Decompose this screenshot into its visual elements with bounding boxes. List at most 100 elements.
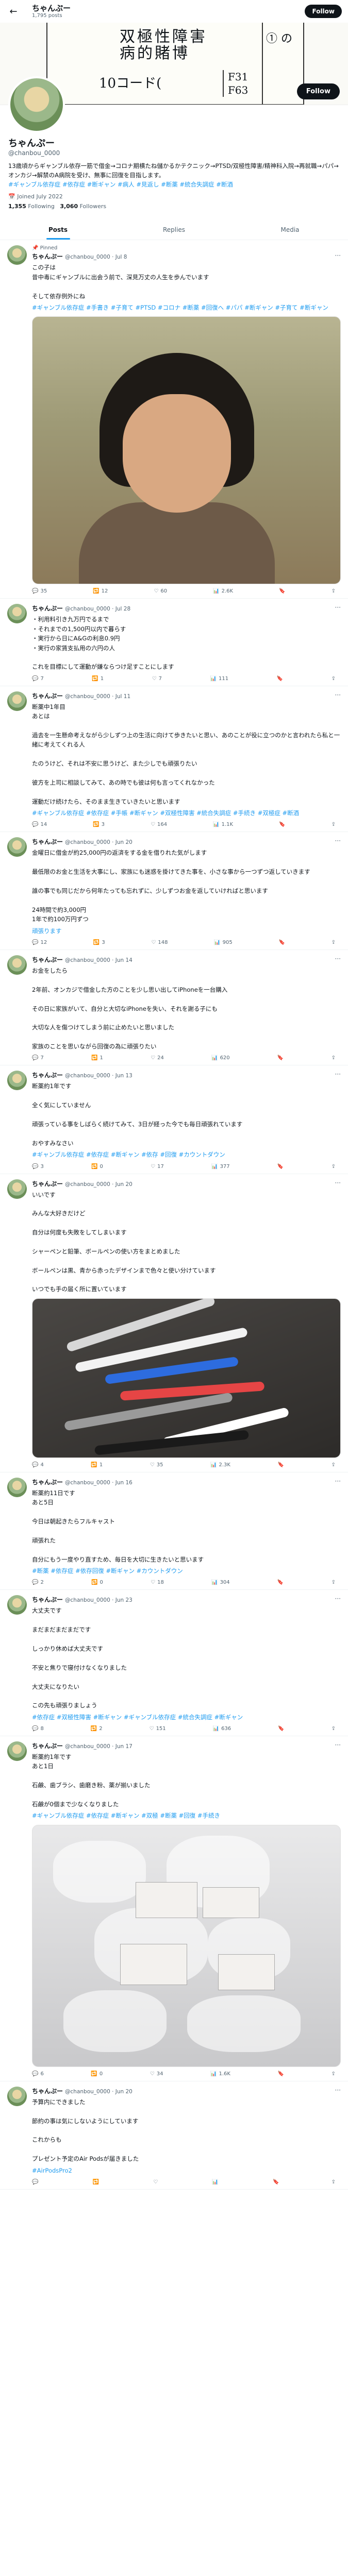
- views-button[interactable]: 📊 1.1K: [213, 822, 233, 827]
- retweet-button[interactable]: 🔁 1: [91, 1462, 103, 1468]
- share-button[interactable]: ⇪: [332, 940, 336, 945]
- more-icon[interactable]: ···: [335, 1741, 341, 1749]
- reply-button[interactable]: 💬 3: [32, 1164, 44, 1170]
- like-button[interactable]: ♡ 151: [150, 1726, 166, 1732]
- share-button[interactable]: ⇪: [332, 676, 336, 682]
- reply-button[interactable]: 💬 7: [32, 676, 44, 682]
- reply-button[interactable]: 💬 8: [32, 1726, 44, 1732]
- reply-button[interactable]: 💬 35: [32, 588, 47, 594]
- views-button[interactable]: 📊 2.6K: [213, 588, 233, 594]
- views-button[interactable]: 📊 2.3K: [210, 1462, 230, 1468]
- like-button[interactable]: ♡ 164: [151, 822, 167, 827]
- tweet-author[interactable]: ちゃんぷー: [32, 2088, 63, 2095]
- tweet-author[interactable]: ちゃんぷー: [32, 1072, 63, 1079]
- follow-button-top[interactable]: Follow: [305, 5, 342, 18]
- more-icon[interactable]: ···: [335, 955, 341, 962]
- bookmark-button[interactable]: 🔖: [279, 588, 285, 594]
- retweet-button[interactable]: 🔁 1: [92, 676, 104, 682]
- tweet-hashtags[interactable]: #ギャンブル依存症 #依存症 #断ギャン #依存 #回復 #カウントダウン: [32, 1150, 341, 1159]
- like-button[interactable]: ♡ 60: [154, 588, 167, 594]
- tweet-hashtags[interactable]: #依存症 #双極性障害 #断ギャン #ギャンブル依存症 #統合失調症 #断ギャン: [32, 1713, 341, 1722]
- retweet-button[interactable]: 🔁 0: [91, 2071, 103, 2077]
- tab-posts[interactable]: Posts: [0, 220, 116, 240]
- views-button[interactable]: 📊 905: [214, 940, 233, 945]
- share-button[interactable]: ⇪: [332, 2179, 336, 2185]
- tweet-avatar[interactable]: [7, 1741, 27, 1761]
- tweet-author[interactable]: ちゃんぷー: [32, 1479, 63, 1486]
- tweet-author[interactable]: ちゃんぷー: [32, 253, 63, 260]
- more-icon[interactable]: ···: [335, 1179, 341, 1187]
- arrow-left-icon[interactable]: ←: [6, 6, 21, 17]
- avatar[interactable]: [8, 76, 65, 133]
- views-button[interactable]: 📊: [212, 2179, 220, 2185]
- retweet-button[interactable]: 🔁 3: [93, 940, 105, 945]
- retweet-button[interactable]: 🔁 0: [91, 1164, 103, 1170]
- retweet-button[interactable]: 🔁: [93, 2179, 101, 2185]
- tweet-author[interactable]: ちゃんぷー: [32, 956, 63, 963]
- tweet-author[interactable]: ちゃんぷー: [32, 1180, 63, 1188]
- views-button[interactable]: 📊 1.6K: [210, 2071, 230, 2077]
- views-button[interactable]: 📊 377: [211, 1164, 230, 1170]
- reply-button[interactable]: 💬: [32, 2179, 40, 2185]
- like-button[interactable]: ♡: [153, 2179, 160, 2185]
- tweet-author[interactable]: ちゃんぷー: [32, 1742, 63, 1750]
- tweet[interactable]: ちゃんぷー @chanbou_0000 · Jun 16 ··· 断薬約11日です あ…: [0, 1472, 348, 1590]
- like-button[interactable]: ♡ 24: [151, 1055, 164, 1061]
- tweet[interactable]: 📌 Pinned ちゃんぷー @chanbou_0000 · Jul 8 ··· この子…: [0, 240, 348, 599]
- like-button[interactable]: ♡ 18: [151, 1580, 164, 1585]
- share-button[interactable]: ⇪: [332, 1462, 336, 1468]
- reply-button[interactable]: 💬 12: [32, 940, 47, 945]
- more-icon[interactable]: ···: [335, 1071, 341, 1078]
- retweet-button[interactable]: 🔁 1: [91, 1055, 103, 1061]
- retweet-button[interactable]: 🔁 0: [91, 1580, 103, 1585]
- retweet-button[interactable]: 🔁 3: [93, 822, 105, 827]
- reply-button[interactable]: 💬 6: [32, 2071, 44, 2077]
- tab-media[interactable]: Media: [232, 220, 348, 240]
- follow-button[interactable]: Follow: [296, 83, 340, 99]
- followers-count[interactable]: 3,060: [60, 203, 78, 210]
- like-button[interactable]: ♡ 34: [150, 2071, 163, 2077]
- more-icon[interactable]: ···: [335, 2087, 341, 2094]
- bookmark-button[interactable]: 🔖: [277, 1580, 284, 1585]
- bio-tags[interactable]: #ギャンブル依存症 #依存症 #断ギャン #病人 #見返し #断薬 #統合失調症…: [8, 181, 233, 188]
- bookmark-button[interactable]: 🔖: [278, 940, 285, 945]
- reply-button[interactable]: 💬 7: [32, 1055, 44, 1061]
- like-button[interactable]: ♡ 7: [152, 676, 162, 682]
- tweet-avatar[interactable]: [7, 1595, 27, 1615]
- tweet-author[interactable]: ちゃんぷー: [32, 692, 63, 700]
- tweet-author[interactable]: ちゃんぷー: [32, 605, 63, 612]
- more-icon[interactable]: ···: [335, 837, 341, 844]
- like-button[interactable]: ♡ 17: [151, 1164, 164, 1170]
- tweet-media-image[interactable]: [32, 316, 341, 585]
- tweet-author[interactable]: ちゃんぷー: [32, 1596, 63, 1603]
- retweet-button[interactable]: 🔁 2: [91, 1726, 103, 1732]
- tweet-media-image[interactable]: [32, 1298, 341, 1458]
- tweet-avatar[interactable]: [7, 1179, 27, 1199]
- bookmark-button[interactable]: 🔖: [278, 1726, 284, 1732]
- more-icon[interactable]: ···: [335, 1595, 341, 1602]
- following-count[interactable]: 1,355: [8, 203, 26, 210]
- tweet-hashtags[interactable]: #ギャンブル依存症 #依存症 #手帳 #断ギャン #双極性障害 #統合失調症 #…: [32, 808, 341, 818]
- tweet-avatar[interactable]: [7, 604, 27, 624]
- views-button[interactable]: 📊 620: [211, 1055, 230, 1061]
- views-button[interactable]: 📊 636: [213, 1726, 231, 1732]
- reply-button[interactable]: 💬 2: [32, 1580, 44, 1585]
- tweet-hashtags[interactable]: 頑張ります: [32, 926, 341, 936]
- tweet-hashtags[interactable]: #ギャンブル依存症 #依存症 #断ギャン #双極 #断薬 #回復 #手続き: [32, 1811, 341, 1820]
- views-button[interactable]: 📊 111: [210, 676, 229, 682]
- bookmark-button[interactable]: 🔖: [278, 2071, 284, 2077]
- like-button[interactable]: ♡ 35: [150, 1462, 163, 1468]
- share-button[interactable]: ⇪: [332, 1580, 336, 1585]
- tweet[interactable]: ちゃんぷー @chanbou_0000 · Jun 20 ··· 金曜日に借金が約25…: [0, 832, 348, 950]
- share-button[interactable]: ⇪: [332, 1726, 336, 1732]
- more-icon[interactable]: ···: [335, 604, 341, 611]
- tweet-avatar[interactable]: [7, 955, 27, 975]
- tweet-avatar[interactable]: [7, 2086, 27, 2106]
- tweet[interactable]: ちゃんぷー @chanbou_0000 · Jun 23 ··· 大丈夫です まだまだ…: [0, 1590, 348, 1737]
- tweet[interactable]: ちゃんぷー @chanbou_0000 · Jun 17 ··· 断薬約1年です あと…: [0, 1736, 348, 2081]
- retweet-button[interactable]: 🔁 12: [93, 588, 108, 594]
- followers-label[interactable]: Followers: [80, 203, 107, 210]
- more-icon[interactable]: ···: [335, 1478, 341, 1485]
- bookmark-button[interactable]: 🔖: [277, 1164, 284, 1170]
- tweet-hashtags[interactable]: #ギャンブル依存症 #手書き #子育て #PTSD #コロナ #断薬 #回復へ …: [32, 303, 341, 312]
